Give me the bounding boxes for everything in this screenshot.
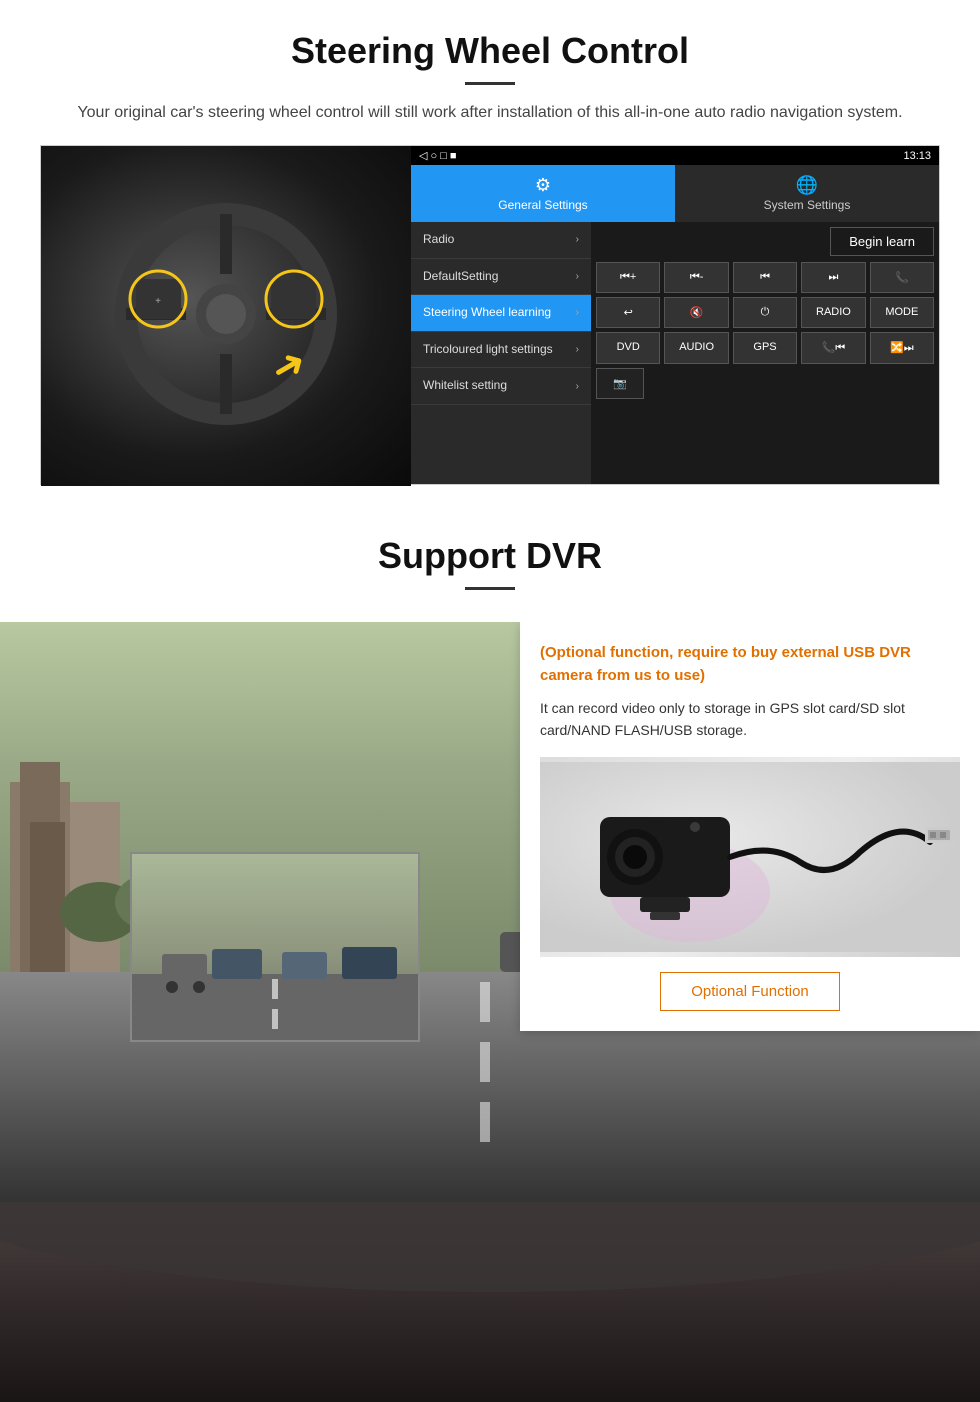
ctrl-row-1: ⏮+ ⏮- ⏮ ⏭ 📞 xyxy=(596,262,934,293)
ctrl-power[interactable]: ⏻ xyxy=(733,297,797,328)
status-time: 13:13 xyxy=(903,150,931,162)
dvr-camera-svg xyxy=(540,762,960,952)
ctrl-phone[interactable]: 📞 xyxy=(870,262,934,293)
dvr-description: It can record video only to storage in G… xyxy=(540,697,960,742)
android-ui: ◁ ○ □ ■ 13:13 ⚙ General Settings 🌐 Syste… xyxy=(411,146,939,484)
tab-system-label: System Settings xyxy=(764,198,851,212)
title-divider xyxy=(465,82,515,85)
menu-item-default[interactable]: DefaultSetting › xyxy=(411,259,591,296)
menu-arrow-icon-2: › xyxy=(576,271,579,282)
ctrl-next[interactable]: ⏭ xyxy=(801,262,865,293)
ctrl-mode[interactable]: MODE xyxy=(870,297,934,328)
dvr-title-divider xyxy=(465,587,515,590)
optional-function-button[interactable]: Optional Function xyxy=(660,972,840,1011)
begin-learn-button[interactable]: Begin learn xyxy=(830,227,934,256)
dvr-info-card: (Optional function, require to buy exter… xyxy=(520,622,980,1031)
dvr-title: Support DVR xyxy=(40,535,940,577)
dvr-camera-image xyxy=(540,757,960,957)
ctrl-prev[interactable]: ⏮ xyxy=(733,262,797,293)
ctrl-mute[interactable]: 🔇 xyxy=(664,297,728,328)
ctrl-camera[interactable]: 📷 xyxy=(596,368,644,399)
android-tabs: ⚙ General Settings 🌐 System Settings xyxy=(411,165,939,222)
ctrl-radio[interactable]: RADIO xyxy=(801,297,865,328)
steering-panel: + ➜ ◁ ○ □ ■ 13:13 xyxy=(40,145,940,485)
ctrl-vol-up[interactable]: ⏮+ xyxy=(596,262,660,293)
tab-system-settings[interactable]: 🌐 System Settings xyxy=(675,165,939,222)
menu-arrow-icon-3: › xyxy=(576,307,579,318)
ctrl-audio[interactable]: AUDIO xyxy=(664,332,728,364)
controls-panel: Begin learn ⏮+ ⏮- ⏮ ⏭ 📞 ↩ 🔇 ⏻ xyxy=(591,222,939,484)
nav-icons: ◁ ○ □ ■ xyxy=(419,149,457,162)
ctrl-row-2: ↩ 🔇 ⏻ RADIO MODE xyxy=(596,297,934,328)
menu-item-tricoloured[interactable]: Tricoloured light settings › xyxy=(411,332,591,369)
ctrl-vol-down[interactable]: ⏮- xyxy=(664,262,728,293)
dashboard-svg xyxy=(0,1202,980,1402)
menu-item-radio[interactable]: Radio › xyxy=(411,222,591,259)
tab-general-label: General Settings xyxy=(498,198,587,212)
menu-white-label: Whitelist setting xyxy=(423,378,507,394)
ctrl-call-prev[interactable]: 📞⏮ xyxy=(801,332,865,364)
ctrl-row-3: DVD AUDIO GPS 📞⏮ 🔀⏭ xyxy=(596,332,934,364)
steering-wheel-graphic: + ➜ xyxy=(41,146,411,486)
optional-btn-container: Optional Function xyxy=(540,957,960,1011)
section-subtitle: Your original car's steering wheel contr… xyxy=(60,101,920,125)
dvr-background: (Optional function, require to buy exter… xyxy=(0,622,980,1202)
android-content: Radio › DefaultSetting › Steering Wheel … xyxy=(411,222,939,484)
page-title: Steering Wheel Control xyxy=(40,30,940,72)
menu-arrow-icon-5: › xyxy=(576,381,579,392)
menu-steering-label: Steering Wheel learning xyxy=(423,305,551,321)
steering-image: + ➜ xyxy=(41,146,411,486)
menu-item-whitelist[interactable]: Whitelist setting › xyxy=(411,368,591,405)
dvr-section: Support DVR xyxy=(0,505,980,1402)
ctrl-back[interactable]: ↩ xyxy=(596,297,660,328)
menu-arrow-icon: › xyxy=(576,234,579,245)
menu-list: Radio › DefaultSetting › Steering Wheel … xyxy=(411,222,591,484)
menu-item-steering[interactable]: Steering Wheel learning › xyxy=(411,295,591,332)
dvr-bottom-dark xyxy=(0,1202,980,1402)
dvr-optional-text: (Optional function, require to buy exter… xyxy=(540,642,960,687)
menu-default-label: DefaultSetting xyxy=(423,269,498,285)
menu-tri-label: Tricoloured light settings xyxy=(423,342,553,358)
android-status-bar: ◁ ○ □ ■ 13:13 xyxy=(411,146,939,165)
svg-text:+: + xyxy=(155,296,161,307)
dvr-title-area: Support DVR xyxy=(0,505,980,622)
menu-radio-label: Radio xyxy=(423,232,454,248)
menu-arrow-icon-4: › xyxy=(576,344,579,355)
steering-wheel-svg: + xyxy=(106,194,346,434)
steering-section: Steering Wheel Control Your original car… xyxy=(0,0,980,505)
settings-icon: ⚙ xyxy=(416,175,670,196)
ctrl-gps[interactable]: GPS xyxy=(733,332,797,364)
dvr-inset-svg xyxy=(132,854,420,1042)
ctrl-dvd[interactable]: DVD xyxy=(596,332,660,364)
dvr-inset-screenshot xyxy=(130,852,420,1042)
system-icon: 🌐 xyxy=(680,175,934,196)
ctrl-shuffle-next[interactable]: 🔀⏭ xyxy=(870,332,934,364)
ctrl-row-4: 📷 xyxy=(596,368,934,399)
begin-learn-row: Begin learn xyxy=(596,227,934,256)
tab-general-settings[interactable]: ⚙ General Settings xyxy=(411,165,675,222)
